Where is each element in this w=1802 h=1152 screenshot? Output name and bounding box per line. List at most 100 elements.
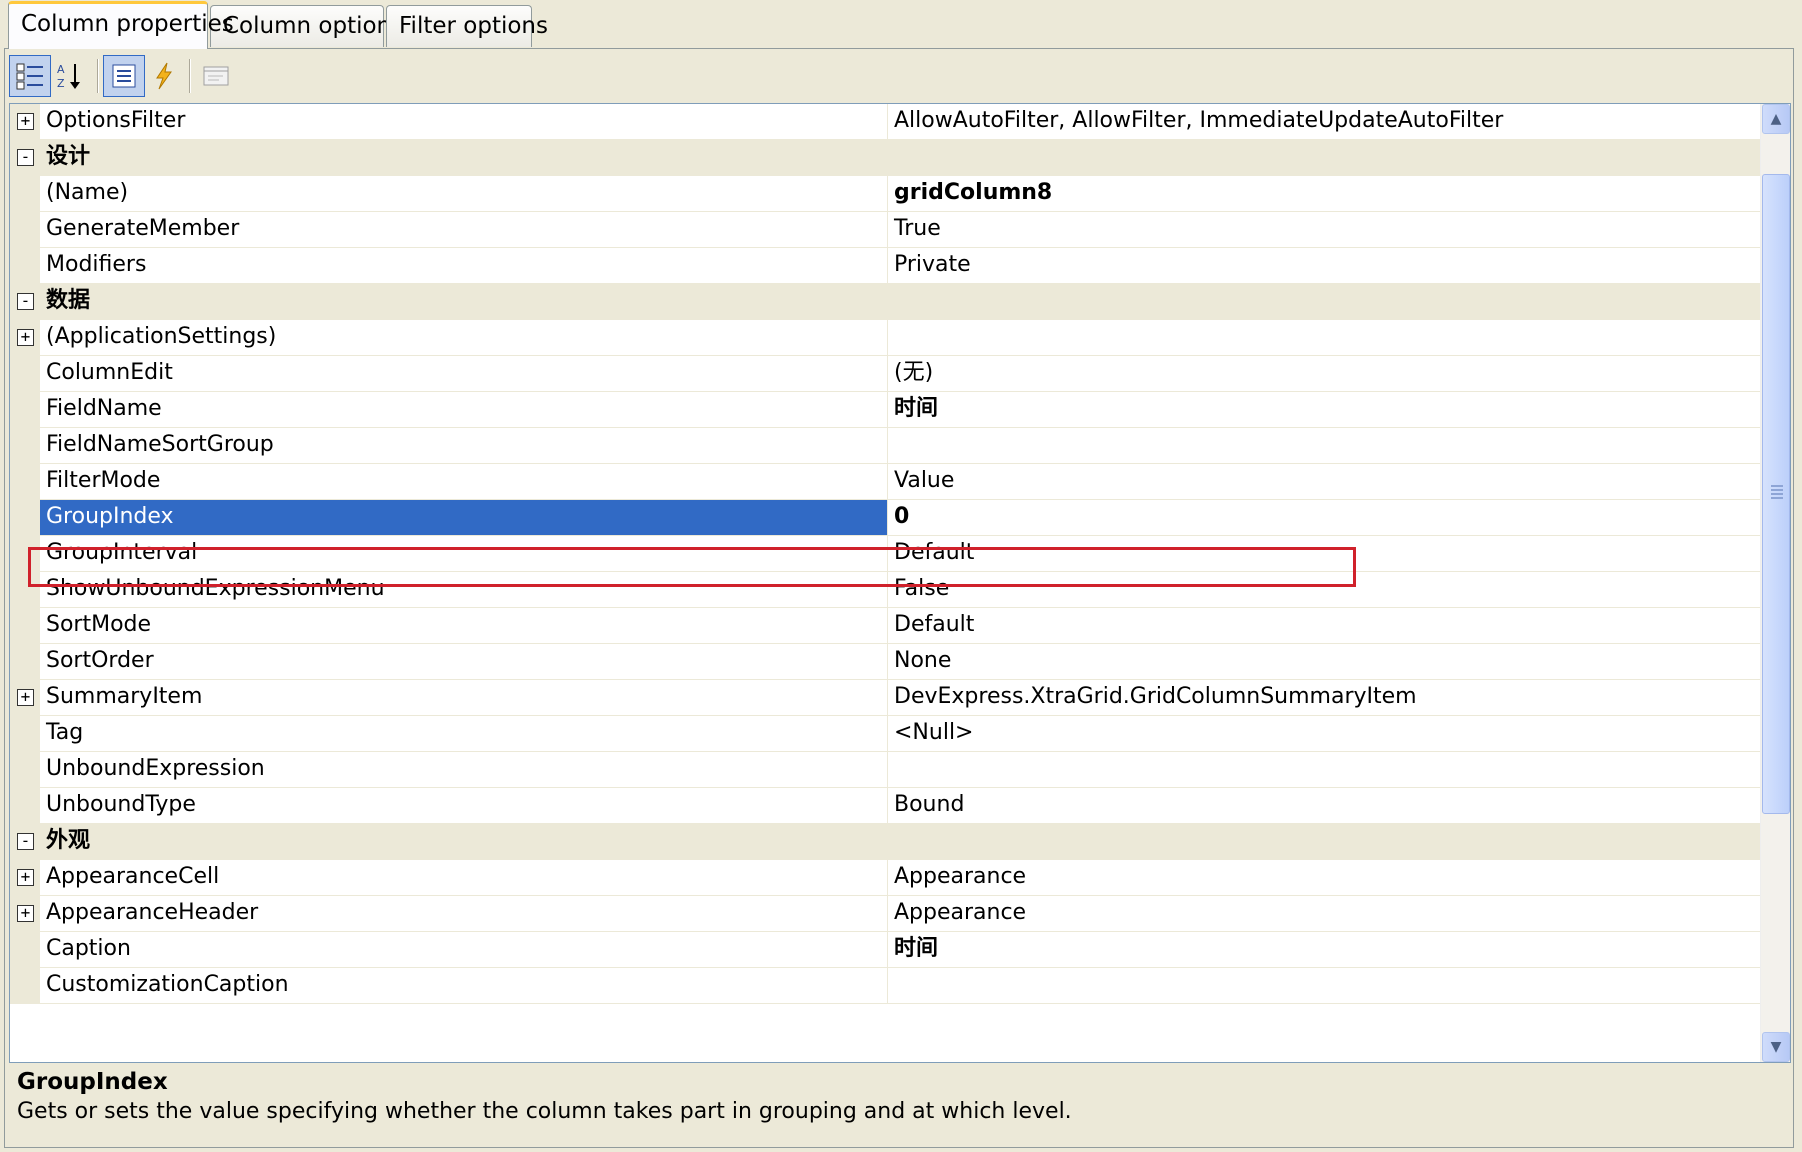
property-value[interactable]: Appearance (888, 860, 1762, 895)
category-row[interactable]: - 外观 (10, 824, 1762, 860)
events-icon (156, 62, 172, 90)
property-name: AppearanceHeader (40, 896, 888, 931)
row-margin (10, 716, 40, 751)
alphabetical-button[interactable]: A Z (49, 55, 91, 97)
property-value[interactable] (888, 320, 1762, 355)
property-value[interactable]: Default (888, 536, 1762, 571)
scroll-thumb[interactable] (1762, 174, 1790, 814)
row-margin (10, 608, 40, 643)
expand-icon[interactable]: + (17, 113, 34, 130)
events-button[interactable] (143, 55, 185, 97)
categorized-button[interactable] (9, 55, 51, 97)
row-margin (10, 392, 40, 427)
property-row[interactable]: GenerateMember True (10, 212, 1762, 248)
property-name: GroupIndex (40, 500, 888, 535)
property-value[interactable]: False (888, 572, 1762, 607)
tab-filter-options[interactable]: Filter options (386, 5, 548, 47)
category-row[interactable]: - 设计 (10, 140, 1762, 176)
property-row[interactable]: GroupInterval Default (10, 536, 1762, 572)
alphabetical-icon: A Z (57, 63, 80, 90)
category-label: 设计 (46, 144, 91, 169)
property-value[interactable]: 0 (888, 500, 1762, 535)
row-margin (10, 644, 40, 679)
collapse-icon[interactable]: - (17, 293, 34, 310)
property-value[interactable]: Default (888, 608, 1762, 643)
toolbar-separator (97, 59, 99, 93)
property-rows: + OptionsFilter AllowAutoFilter, AllowFilt… (10, 104, 1762, 1004)
property-value[interactable]: DevExpress.XtraGrid.GridColumnSummaryIte… (888, 680, 1762, 715)
property-row[interactable]: + OptionsFilter AllowAutoFilter, AllowFilt… (10, 104, 1762, 140)
row-margin: + (10, 104, 40, 139)
collapse-icon[interactable]: - (17, 149, 34, 166)
property-pages-icon (203, 66, 229, 86)
property-value[interactable] (888, 752, 1762, 787)
expand-icon[interactable]: + (17, 905, 34, 922)
property-name: UnboundType (40, 788, 888, 823)
collapse-icon[interactable]: - (17, 833, 34, 850)
property-value[interactable] (888, 428, 1762, 463)
row-margin (10, 968, 40, 1003)
property-value[interactable]: 时间 (888, 392, 1762, 427)
property-name: Tag (40, 716, 888, 751)
expand-icon[interactable]: + (17, 689, 34, 706)
tab-column-properties[interactable]: Column properties (8, 1, 234, 49)
property-row[interactable]: + (ApplicationSettings) (10, 320, 1762, 356)
vertical-scrollbar[interactable]: ▲ ▼ (1760, 104, 1790, 1062)
scroll-down-button[interactable]: ▼ (1762, 1032, 1790, 1062)
property-value[interactable]: AllowAutoFilter, AllowFilter, ImmediateU… (888, 104, 1762, 139)
property-name: SortOrder (40, 644, 888, 679)
expand-icon[interactable]: + (17, 869, 34, 886)
property-value[interactable]: Value (888, 464, 1762, 499)
tab-column-options[interactable]: Column options (210, 5, 403, 47)
property-row[interactable]: Tag <Null> (10, 716, 1762, 752)
property-row[interactable]: UnboundType Bound (10, 788, 1762, 824)
property-row[interactable]: + AppearanceCell Appearance (10, 860, 1762, 896)
property-value[interactable]: Private (888, 248, 1762, 283)
property-value[interactable]: 时间 (888, 932, 1762, 967)
property-value[interactable] (888, 968, 1762, 1003)
property-grid[interactable]: + OptionsFilter AllowAutoFilter, AllowFilt… (9, 103, 1791, 1063)
property-row[interactable]: ShowUnboundExpressionMenu False (10, 572, 1762, 608)
property-row[interactable]: FieldName 时间 (10, 392, 1762, 428)
row-margin: + (10, 320, 40, 355)
categorized-icon (16, 63, 43, 90)
property-row[interactable]: ColumnEdit (无) (10, 356, 1762, 392)
property-row[interactable]: SortMode Default (10, 608, 1762, 644)
property-row[interactable]: Caption 时间 (10, 932, 1762, 968)
property-row[interactable]: CustomizationCaption (10, 968, 1762, 1004)
row-margin (10, 500, 40, 535)
expand-icon[interactable]: + (17, 329, 34, 346)
property-row[interactable]: Modifiers Private (10, 248, 1762, 284)
property-row[interactable]: SortOrder None (10, 644, 1762, 680)
category-row[interactable]: - 数据 (10, 284, 1762, 320)
property-row[interactable]: UnboundExpression (10, 752, 1762, 788)
property-value[interactable]: gridColumn8 (888, 176, 1762, 211)
category-label: 外观 (46, 828, 91, 853)
property-name: Caption (40, 932, 888, 967)
row-margin (10, 176, 40, 211)
chevron-down-icon: ▼ (1770, 1039, 1782, 1055)
property-value[interactable]: Bound (888, 788, 1762, 823)
property-value[interactable]: Appearance (888, 896, 1762, 931)
description-title: GroupIndex (17, 1069, 168, 1095)
property-value[interactable]: (无) (888, 356, 1762, 391)
property-name: FilterMode (40, 464, 888, 499)
svg-text:Z: Z (57, 77, 65, 90)
property-pages-button[interactable] (195, 55, 237, 97)
property-row[interactable]: GroupIndex 0 (10, 500, 1762, 536)
property-value[interactable]: <Null> (888, 716, 1762, 751)
property-name: (Name) (40, 176, 888, 211)
row-margin: + (10, 860, 40, 895)
property-row[interactable]: FilterMode Value (10, 464, 1762, 500)
property-row[interactable]: (Name) gridColumn8 (10, 176, 1762, 212)
property-name: GroupInterval (40, 536, 888, 571)
property-value[interactable]: None (888, 644, 1762, 679)
row-margin (10, 248, 40, 283)
row-margin: + (10, 896, 40, 931)
property-row[interactable]: FieldNameSortGroup (10, 428, 1762, 464)
property-value[interactable]: True (888, 212, 1762, 247)
property-row[interactable]: + SummaryItem DevExpress.XtraGrid.GridColu… (10, 680, 1762, 716)
property-row[interactable]: + AppearanceHeader Appearance (10, 896, 1762, 932)
properties-button[interactable] (103, 55, 145, 97)
scroll-up-button[interactable]: ▲ (1762, 104, 1790, 134)
